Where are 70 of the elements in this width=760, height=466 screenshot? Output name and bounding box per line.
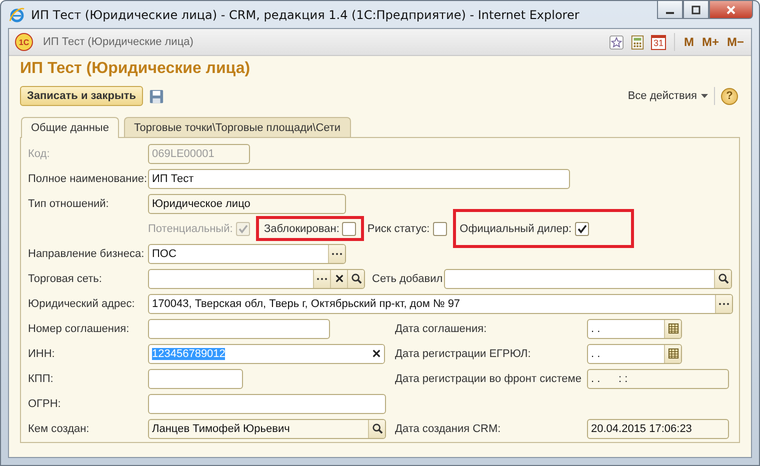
checkbox[interactable] — [432, 222, 447, 236]
input-field[interactable]: Ланцев Тимофей Юрьевич — [148, 418, 386, 438]
input-field[interactable]: . . — [587, 318, 682, 338]
input-field[interactable]: 170043, Тверская обл, Тверь г, Октябрьский пр-кт, дом № 97 — [148, 294, 733, 314]
minimize-icon — [666, 12, 674, 14]
checkbox-label: Заблокирован: — [264, 222, 340, 234]
checkbox-label: Риск статус: — [367, 222, 430, 234]
maximize-button[interactable] — [683, 1, 709, 19]
form-title: ИП Тест (Юридические лица) — [20, 60, 252, 79]
memory-button[interactable]: M — [682, 35, 695, 49]
calculator-icon[interactable] — [630, 34, 645, 50]
input-field[interactable]: ПОС — [148, 244, 346, 264]
field-label: Номер соглашения: — [28, 322, 130, 334]
search-icon[interactable] — [714, 270, 731, 288]
help-button[interactable]: ? — [721, 88, 738, 104]
caret-icon — [701, 94, 708, 98]
field-label: Тип отношений: — [28, 198, 110, 210]
field-label: ИНН: — [28, 348, 56, 360]
memory-button[interactable]: M− — [726, 35, 745, 49]
ellipsis-icon[interactable] — [715, 294, 732, 312]
checkbox[interactable] — [342, 222, 356, 236]
field-label: Юридический адрес: — [28, 298, 136, 310]
calendar-icon[interactable] — [664, 320, 681, 338]
tab[interactable]: Общие данные — [21, 117, 119, 138]
field-label: Дата соглашения: — [395, 322, 488, 334]
field-label: Направление бизнеса: — [28, 248, 146, 260]
minimize-button[interactable] — [657, 1, 683, 19]
checkbox[interactable] — [574, 222, 589, 236]
clear-icon[interactable] — [330, 270, 347, 288]
search-icon[interactable] — [347, 270, 364, 288]
ellipsis-icon[interactable] — [313, 270, 330, 288]
save-and-close-button[interactable]: Записать и закрыть — [20, 86, 144, 106]
input-field[interactable]: 20.04.2015 17:06:23 — [587, 418, 729, 438]
calendar-icon[interactable] — [664, 344, 681, 362]
field-label: Полное наименование: — [28, 172, 148, 184]
field-label: Кем создан: — [28, 422, 90, 434]
page-title: ИП Тест (Юридические лица) — [43, 36, 194, 48]
field-label: Сеть добавил — [372, 272, 444, 284]
close-button[interactable] — [709, 1, 753, 19]
input-field[interactable]: Юридическое лицо — [148, 194, 346, 214]
field-label: Дата создания CRM: — [395, 422, 502, 434]
all-actions-menu[interactable]: Все действия — [628, 90, 708, 102]
calendar-button[interactable]: 31 — [650, 34, 666, 50]
close-icon — [726, 4, 736, 14]
input-field[interactable]: ИП Тест — [148, 168, 570, 188]
field-label: ОГРН: — [28, 398, 62, 410]
field-label: КПП: — [28, 372, 54, 384]
input-field[interactable] — [148, 268, 365, 288]
maximize-icon — [691, 4, 701, 14]
input-field[interactable] — [148, 318, 330, 338]
field-label: Код: — [28, 148, 51, 160]
tab[interactable]: Торговые точки\Торговые площади\Сети — [124, 117, 351, 137]
input-field[interactable]: . . — [587, 344, 682, 364]
app-logo: 1С — [15, 33, 33, 51]
favorite-star-icon[interactable] — [608, 34, 624, 50]
search-icon[interactable] — [368, 420, 385, 438]
browser-logo-icon — [9, 6, 25, 22]
input-field[interactable] — [444, 268, 732, 288]
window-title: ИП Тест (Юридические лица) - CRM, редакция 1.4 (1С:Предприятие) - Internet Explorer — [31, 8, 580, 22]
save-icon[interactable] — [149, 88, 164, 104]
checkbox-label: Потенциальный: — [148, 222, 233, 234]
field-label: Дата регистрации во фронт системе — [395, 372, 582, 384]
ellipsis-icon[interactable] — [328, 244, 345, 262]
field-label: Дата регистрации ЕГРЮЛ: — [395, 348, 532, 360]
field-label: Торговая сеть: — [28, 272, 103, 284]
input-field[interactable] — [148, 394, 386, 414]
input-field[interactable]: . . : : — [587, 368, 729, 388]
memory-button[interactable]: M+ — [700, 35, 720, 49]
checkbox-label: Официальный дилер: — [460, 222, 572, 234]
input-field[interactable] — [148, 368, 243, 388]
